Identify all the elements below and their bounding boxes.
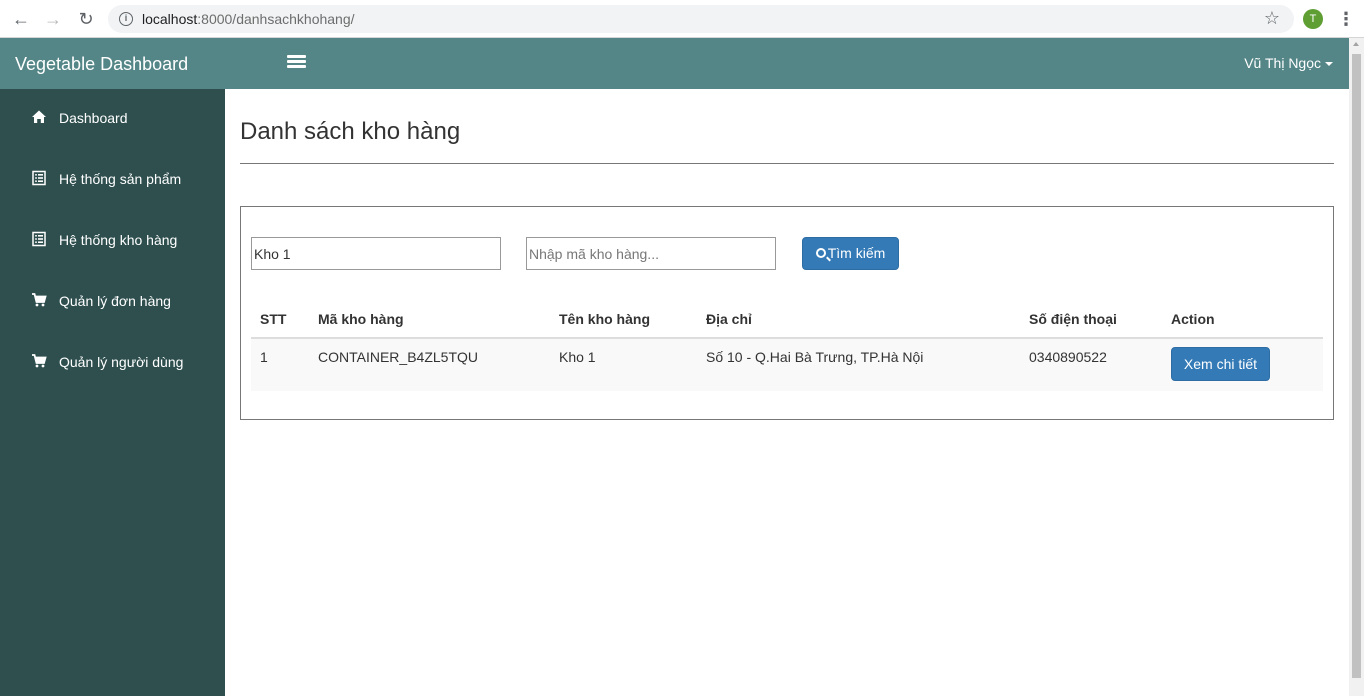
view-detail-button[interactable]: Xem chi tiết bbox=[1171, 347, 1270, 381]
warehouse-panel: Tìm kiếm STT Mã kho hàng Tên kho hàng Đị… bbox=[240, 206, 1334, 420]
cell-action: Xem chi tiết bbox=[1162, 338, 1323, 391]
scrollbar-thumb[interactable] bbox=[1352, 54, 1361, 678]
menu-toggle-icon[interactable] bbox=[287, 55, 306, 71]
bookmark-star-icon[interactable]: ☆ bbox=[1264, 8, 1280, 29]
main-content: Danh sách kho hàng Tìm kiếm STT Mã kho h… bbox=[225, 89, 1349, 696]
home-icon bbox=[32, 110, 46, 123]
user-name: Vũ Thị Ngọc bbox=[1244, 55, 1321, 71]
forward-arrow-icon[interactable]: → bbox=[42, 8, 64, 30]
sidebar-item-label: Quản lý đơn hàng bbox=[59, 293, 171, 309]
cell-phone: 0340890522 bbox=[1020, 338, 1162, 391]
search-icon bbox=[815, 248, 826, 258]
cell-stt: 1 bbox=[251, 338, 309, 391]
sidebar-item-orders[interactable]: Quản lý đơn hàng bbox=[0, 282, 225, 322]
warehouse-table: STT Mã kho hàng Tên kho hàng Địa chỉ Số … bbox=[251, 300, 1323, 391]
cell-name: Kho 1 bbox=[550, 338, 697, 391]
app-topbar: Vegetable Dashboard Vũ Thị Ngọc bbox=[0, 38, 1349, 89]
column-header: Mã kho hàng bbox=[309, 300, 550, 339]
caret-down-icon bbox=[1325, 62, 1333, 67]
sidebar-item-label: Quản lý người dùng bbox=[59, 354, 184, 370]
browser-menu-icon[interactable]: ⋮ bbox=[1337, 8, 1355, 30]
brand-title[interactable]: Vegetable Dashboard bbox=[15, 54, 188, 75]
search-button-label: Tìm kiếm bbox=[827, 245, 886, 261]
warehouse-code-input[interactable] bbox=[526, 237, 776, 270]
list-icon bbox=[32, 231, 46, 247]
scroll-up-icon[interactable] bbox=[1353, 42, 1359, 46]
sidebar-item-label: Hệ thống kho hàng bbox=[59, 232, 178, 248]
info-icon[interactable]: i bbox=[119, 12, 133, 26]
sidebar-item-warehouses[interactable]: Hệ thống kho hàng bbox=[0, 221, 225, 261]
page-scrollbar[interactable] bbox=[1349, 38, 1364, 696]
page-title: Danh sách kho hàng bbox=[240, 118, 461, 145]
column-header: Địa chỉ bbox=[697, 300, 1020, 339]
cart-icon bbox=[32, 354, 47, 368]
column-header: Số điện thoại bbox=[1020, 300, 1162, 339]
search-button[interactable]: Tìm kiếm bbox=[802, 237, 899, 270]
address-bar[interactable]: i localhost:8000/danhsachkhohang/ ☆ bbox=[108, 5, 1294, 33]
column-header: STT bbox=[251, 300, 309, 339]
table-header-row: STT Mã kho hàng Tên kho hàng Địa chỉ Số … bbox=[251, 300, 1323, 339]
profile-avatar[interactable]: T bbox=[1303, 9, 1323, 29]
cart-icon bbox=[32, 293, 47, 307]
sidebar-item-label: Hệ thống sản phẩm bbox=[59, 171, 182, 187]
url-path: :8000/danhsachkhohang/ bbox=[197, 11, 355, 27]
sidebar-item-label: Dashboard bbox=[59, 110, 128, 126]
table-row: 1 CONTAINER_B4ZL5TQU Kho 1 Số 10 - Q.Hai… bbox=[251, 338, 1323, 391]
list-icon bbox=[32, 170, 46, 186]
url-text[interactable]: localhost:8000/danhsachkhohang/ bbox=[142, 11, 355, 27]
sidebar-item-products[interactable]: Hệ thống sản phẩm bbox=[0, 160, 225, 200]
user-menu[interactable]: Vũ Thị Ngọc bbox=[1244, 55, 1333, 71]
title-divider bbox=[240, 163, 1334, 164]
back-arrow-icon[interactable]: ← bbox=[10, 8, 32, 30]
reload-icon[interactable]: ↻ bbox=[75, 8, 97, 30]
sidebar-item-users[interactable]: Quản lý người dùng bbox=[0, 343, 225, 383]
sidebar-item-dashboard[interactable]: Dashboard bbox=[0, 99, 225, 139]
url-host: localhost bbox=[142, 11, 198, 27]
sidebar: Dashboard Hệ thống sản phẩm Hệ thống kho… bbox=[0, 89, 225, 696]
column-header: Action bbox=[1162, 300, 1323, 339]
cell-address: Số 10 - Q.Hai Bà Trưng, TP.Hà Nội bbox=[697, 338, 1020, 391]
browser-toolbar: ← → ↻ i localhost:8000/danhsachkhohang/ … bbox=[0, 0, 1364, 38]
column-header: Tên kho hàng bbox=[550, 300, 697, 339]
cell-code: CONTAINER_B4ZL5TQU bbox=[309, 338, 550, 391]
warehouse-name-input[interactable] bbox=[251, 237, 501, 270]
